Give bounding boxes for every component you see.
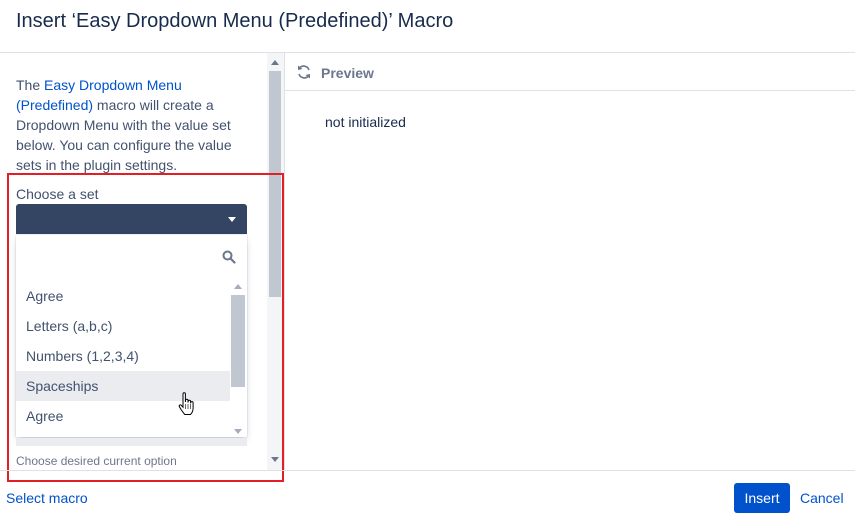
select-macro-link[interactable]: Select macro [6, 490, 88, 506]
preview-title: Preview [321, 65, 374, 81]
dialog-header: Insert ‘Easy Dropdown Menu (Predefined)’… [0, 0, 855, 53]
panel-divider [284, 53, 285, 470]
preview-header: Preview [285, 53, 855, 91]
highlight-box [7, 173, 284, 482]
scroll-up-arrow-icon[interactable] [271, 60, 279, 65]
intro-prefix: The [16, 77, 45, 93]
dialog-footer: Select macro Insert Cancel [0, 470, 855, 519]
macro-description: The Easy Dropdown Menu (Predefined) macr… [16, 75, 256, 175]
cancel-button[interactable]: Cancel [800, 490, 844, 506]
dialog-title: Insert ‘Easy Dropdown Menu (Predefined)’… [16, 10, 454, 32]
insert-button[interactable]: Insert [734, 483, 790, 513]
preview-status: not initialized [325, 114, 406, 130]
refresh-icon[interactable] [296, 64, 312, 80]
hand-cursor-icon [178, 392, 194, 415]
